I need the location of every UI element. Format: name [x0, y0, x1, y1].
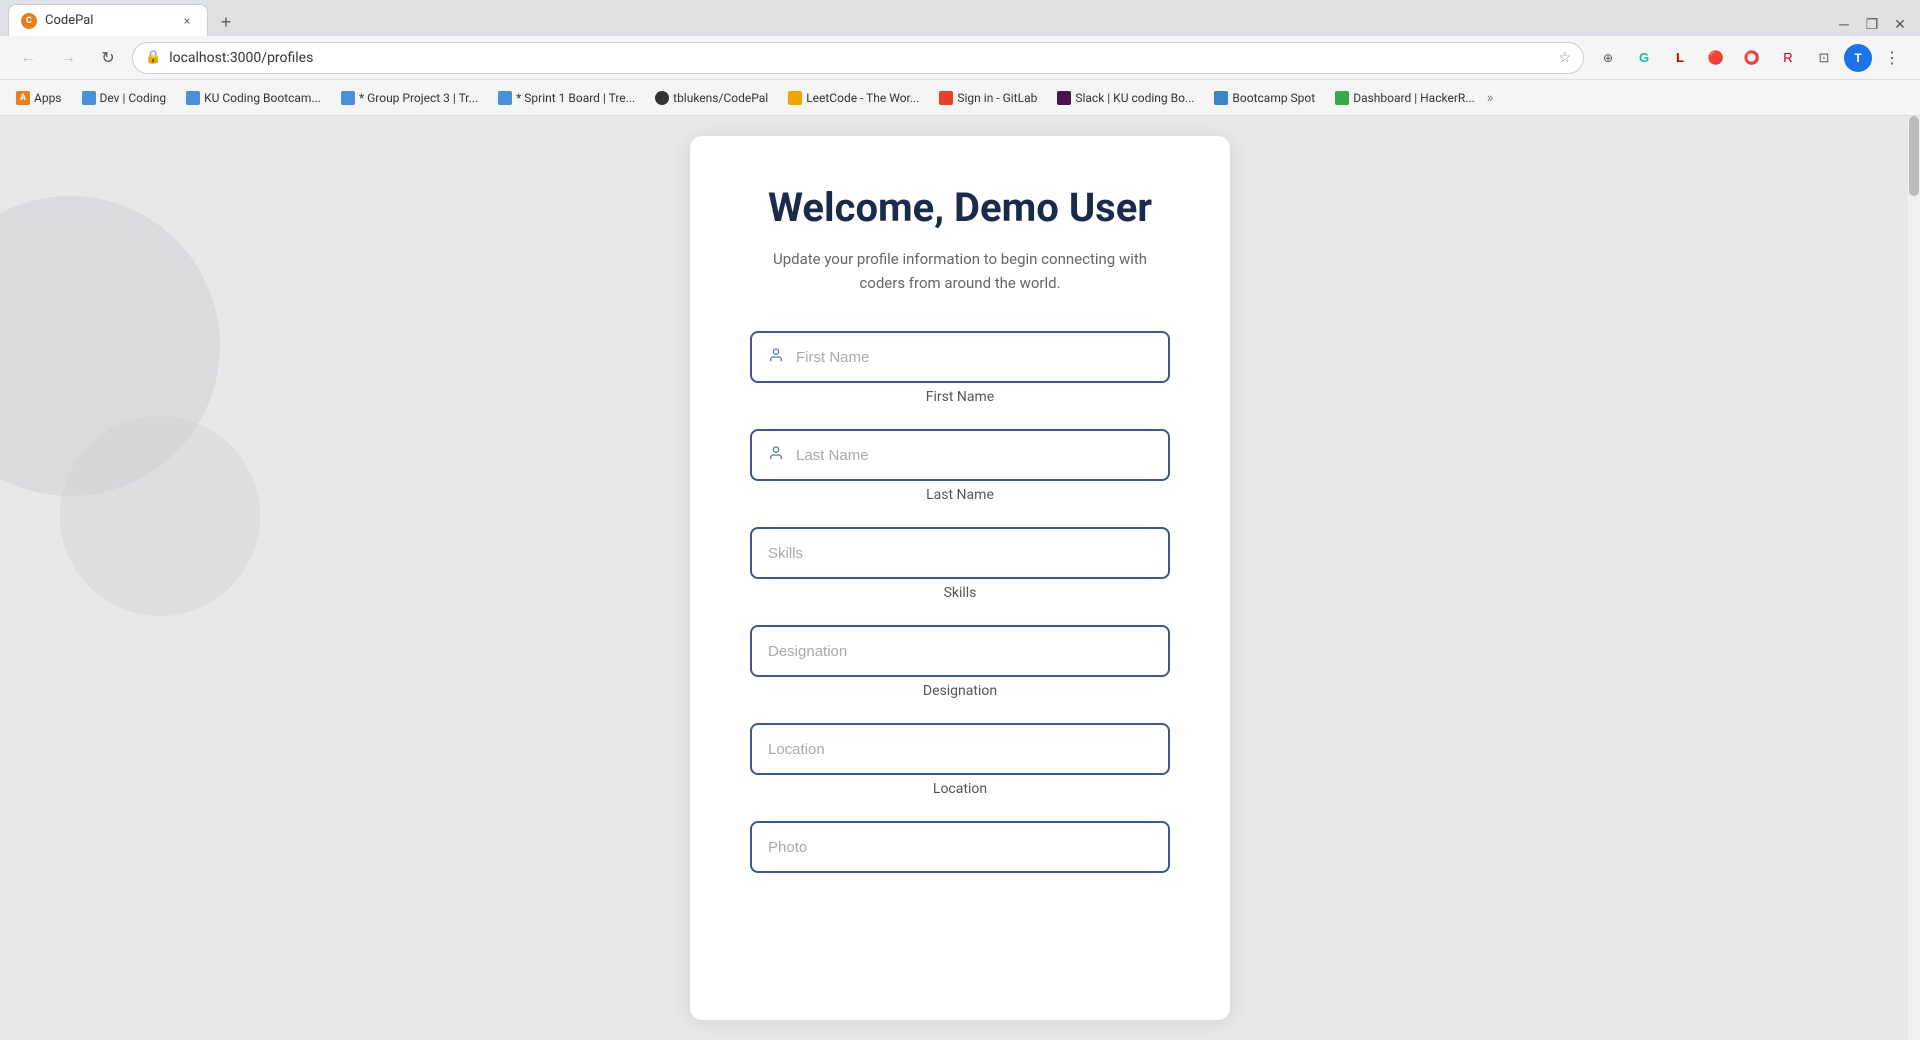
more-menu-button[interactable]: ⋮ [1876, 42, 1908, 74]
new-tab-button[interactable]: + [212, 8, 240, 36]
gitlab-bookmark-icon [939, 91, 953, 105]
designation-group: Designation [750, 625, 1170, 699]
page-content: Welcome, Demo User Update your profile i… [0, 116, 1920, 1040]
tab-title: CodePal [45, 13, 171, 28]
tab-favicon: C [21, 13, 37, 29]
first-name-input[interactable] [796, 349, 1152, 366]
designation-label: Designation [750, 683, 1170, 699]
lock-icon: 🔒 [145, 50, 161, 65]
bookmark-bootcamp-spot[interactable]: Bootcamp Spot [1206, 87, 1323, 109]
background-decoration [0, 116, 400, 1040]
bookmark-gitlab-label: Sign in - GitLab [957, 91, 1037, 105]
bg-circle-large [0, 196, 220, 496]
location-input-wrapper [750, 723, 1170, 775]
last-name-user-icon [768, 445, 784, 465]
profile-form-card: Welcome, Demo User Update your profile i… [690, 136, 1230, 1020]
browser-frame: C CodePal × + ─ ❐ ✕ ← → ↻ 🔒 localhost:30… [0, 0, 1920, 1040]
extension-icon-4[interactable]: ⊡ [1808, 42, 1840, 74]
bookmark-group-project[interactable]: * Group Project 3 | Tr... [333, 87, 486, 109]
bookmarks-bar: A Apps Dev | Coding KU Coding Bootcam...… [0, 80, 1920, 116]
grammarly-icon[interactable]: G [1628, 42, 1660, 74]
photo-group [750, 821, 1170, 873]
first-name-group: First Name [750, 331, 1170, 405]
ku-coding-bookmark-icon [186, 91, 200, 105]
bookmark-dev-coding[interactable]: Dev | Coding [74, 87, 175, 109]
profile-button[interactable]: T [1844, 44, 1872, 72]
bookmark-slack-label: Slack | KU coding Bo... [1075, 91, 1194, 105]
last-name-group: Last Name [750, 429, 1170, 503]
codepal-bookmark-icon [655, 91, 669, 105]
slack-bookmark-icon [1057, 91, 1071, 105]
sprint-bookmark-icon [498, 91, 512, 105]
last-name-label: Last Name [750, 487, 1170, 503]
bookmark-dev-coding-label: Dev | Coding [100, 91, 167, 105]
window-controls: ─ ❐ ✕ [1832, 12, 1912, 36]
nav-icons: ⊕ G L 🔴 ⭕ R ⊡ T ⋮ [1592, 42, 1908, 74]
last-name-input-wrapper [750, 429, 1170, 481]
active-tab[interactable]: C CodePal × [8, 4, 208, 36]
apps-bookmark-icon: A [16, 91, 30, 105]
first-name-input-wrapper [750, 331, 1170, 383]
bookmark-codepal-label: tblukens/CodePal [673, 91, 768, 105]
page-subtitle: Update your profile information to begin… [750, 247, 1170, 295]
location-label: Location [750, 781, 1170, 797]
photo-input[interactable] [768, 839, 1152, 856]
designation-input[interactable] [768, 643, 1152, 660]
bookmark-ku-coding-label: KU Coding Bootcam... [204, 91, 321, 105]
bookmark-bootcamp-spot-label: Bootcamp Spot [1232, 91, 1315, 105]
skills-input-wrapper [750, 527, 1170, 579]
extension-icon-3[interactable]: R [1772, 42, 1804, 74]
bookmark-slack[interactable]: Slack | KU coding Bo... [1049, 87, 1202, 109]
close-button[interactable]: ✕ [1888, 12, 1912, 36]
bookmark-sprint-label: * Sprint 1 Board | Tre... [516, 91, 635, 105]
leetcode-bookmark-icon [788, 91, 802, 105]
bootcamp-spot-bookmark-icon [1214, 91, 1228, 105]
forward-button[interactable]: → [52, 42, 84, 74]
skills-label: Skills [750, 585, 1170, 601]
address-bar[interactable]: 🔒 localhost:3000/profiles ☆ [132, 42, 1584, 74]
bookmark-group-project-label: * Group Project 3 | Tr... [359, 91, 478, 105]
extension-icon-2[interactable]: ⭕ [1736, 42, 1768, 74]
bookmark-leetcode-label: LeetCode - The Wor... [806, 91, 919, 105]
tab-bar: C CodePal × + ─ ❐ ✕ [0, 0, 1920, 36]
minimize-button[interactable]: ─ [1832, 12, 1856, 36]
dev-coding-bookmark-icon [82, 91, 96, 105]
first-name-label: First Name [750, 389, 1170, 405]
skills-input[interactable] [768, 545, 1152, 562]
bookmark-ku-coding[interactable]: KU Coding Bootcam... [178, 87, 329, 109]
bookmark-gitlab[interactable]: Sign in - GitLab [931, 87, 1045, 109]
scrollbar-thumb[interactable] [1909, 116, 1919, 196]
page-title: Welcome, Demo User [750, 184, 1170, 231]
bookmark-apps-label: Apps [34, 91, 62, 105]
skills-group: Skills [750, 527, 1170, 601]
restore-button[interactable]: ❐ [1860, 12, 1884, 36]
bookmark-hackerrank-label: Dashboard | HackerR... [1353, 91, 1475, 105]
bookmark-apps[interactable]: A Apps [8, 87, 70, 109]
extension-icon-1[interactable]: 🔴 [1700, 42, 1732, 74]
bookmark-sprint[interactable]: * Sprint 1 Board | Tre... [490, 87, 643, 109]
bookmark-hackerrank[interactable]: Dashboard | HackerR... [1327, 87, 1483, 109]
reload-button[interactable]: ↻ [92, 42, 124, 74]
location-group: Location [750, 723, 1170, 797]
last-name-input[interactable] [796, 447, 1152, 464]
bookmarks-overflow-icon[interactable]: » [1487, 90, 1494, 106]
bookmark-star-icon[interactable]: ☆ [1558, 50, 1571, 66]
extensions-area[interactable]: ⊕ [1592, 42, 1624, 74]
nav-bar: ← → ↻ 🔒 localhost:3000/profiles ☆ ⊕ G L … [0, 36, 1920, 80]
bookmark-leetcode[interactable]: LeetCode - The Wor... [780, 87, 927, 109]
hackerrank-bookmark-icon [1335, 91, 1349, 105]
tab-close-button[interactable]: × [179, 13, 195, 29]
first-name-user-icon [768, 347, 784, 367]
location-input[interactable] [768, 741, 1152, 758]
lastpass-icon[interactable]: L [1664, 42, 1696, 74]
designation-input-wrapper [750, 625, 1170, 677]
scrollbar[interactable] [1908, 116, 1920, 1040]
back-button[interactable]: ← [12, 42, 44, 74]
group-project-bookmark-icon [341, 91, 355, 105]
url-text: localhost:3000/profiles [169, 50, 1550, 66]
photo-input-wrapper [750, 821, 1170, 873]
bg-circle-small [60, 416, 260, 616]
bookmark-codepal[interactable]: tblukens/CodePal [647, 87, 776, 109]
